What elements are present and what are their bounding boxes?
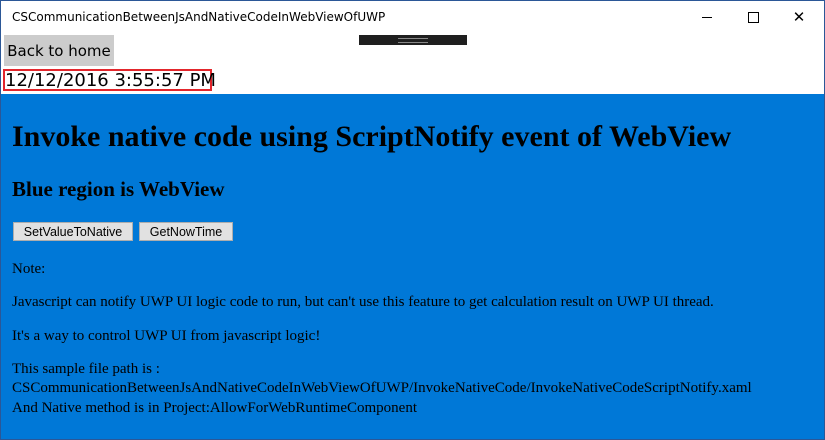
title-bar[interactable]: CSCommunicationBetweenJsAndNativeCodeInW… [1, 1, 824, 34]
get-now-time-button[interactable]: GetNowTime [139, 222, 233, 241]
close-icon: ✕ [792, 8, 806, 26]
file-path-label: This sample file path is : [12, 361, 160, 377]
app-window: CSCommunicationBetweenJsAndNativeCodeInW… [0, 0, 825, 440]
drag-handle[interactable] [359, 35, 467, 45]
maximize-icon [747, 12, 759, 23]
native-method-note: And Native method is in Project:AllowFor… [12, 400, 417, 416]
set-value-to-native-button[interactable]: SetValueToNative [13, 222, 133, 241]
file-path-value: CSCommunicationBetweenJsAndNativeCodeInW… [12, 380, 752, 396]
window-title: CSCommunicationBetweenJsAndNativeCodeInW… [12, 10, 386, 24]
page-heading: Invoke native code using ScriptNotify ev… [12, 120, 732, 153]
page-subheading: Blue region is WebView [12, 177, 225, 201]
minimize-button[interactable] [684, 1, 730, 34]
back-to-home-button[interactable]: Back to home [4, 35, 114, 66]
current-time-text: 12/12/2016 3:55:57 PM [5, 70, 216, 91]
note-label: Note: [12, 261, 46, 277]
note-paragraph-2: It's a way to control UWP UI from javasc… [12, 328, 321, 344]
close-button[interactable]: ✕ [776, 1, 822, 34]
maximize-button[interactable] [730, 1, 776, 34]
grip-icon [398, 37, 428, 43]
note-paragraph-1: Javascript can notify UWP UI logic code … [12, 294, 714, 310]
minimize-icon [702, 17, 712, 18]
webview-region[interactable]: Invoke native code using ScriptNotify ev… [1, 94, 824, 439]
